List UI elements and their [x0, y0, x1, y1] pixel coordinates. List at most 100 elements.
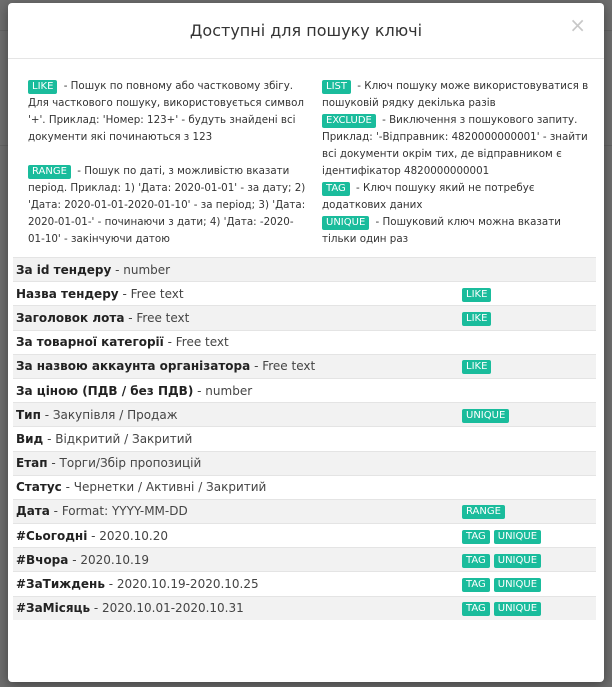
key-cell: Заголовок лота - Free text: [13, 305, 459, 331]
modal-body: LIKE - Пошук по повному або частковому з…: [8, 59, 604, 621]
close-icon[interactable]: ×: [569, 15, 586, 35]
key-badge: RANGE: [462, 505, 505, 520]
key-type: - number: [115, 262, 171, 277]
key-name: Вид: [16, 431, 44, 446]
key-cell: #ЗаТиждень - 2020.10.19-2020.10.25: [13, 572, 459, 596]
key-badge: TAG: [462, 602, 490, 617]
key-name: Статус: [16, 480, 62, 495]
table-row: #ЗаМісяць - 2020.10.01-2020.10.31 TAG UNIQ…: [13, 596, 596, 621]
key-cell: Вид - Відкритий / Закритий: [13, 427, 459, 451]
key-name: #ЗаТиждень: [16, 577, 105, 592]
search-keys-modal: Доступні для пошуку ключі × LIKE - Пошук…: [8, 3, 604, 682]
key-name: Заголовок лота: [16, 310, 125, 325]
key-type: - Format: YYYY-MM-DD: [53, 504, 188, 519]
key-type: - Чернетки / Активні / Закритий: [65, 480, 267, 495]
key-badge: TAG: [462, 578, 490, 593]
key-badge: UNIQUE: [493, 529, 542, 544]
key-cell: #ЗаМісяць - 2020.10.01-2020.10.31: [13, 596, 459, 621]
key-cell: #Сьогодні - 2020.10.20: [13, 524, 459, 548]
key-badge: TAG: [462, 529, 490, 544]
key-name: Дата: [16, 504, 50, 519]
key-name: #Вчора: [16, 552, 69, 567]
key-type: - Free text: [122, 286, 184, 301]
key-badges: LIKE: [459, 354, 596, 379]
table-row: Тип - Закупівля / Продаж UNIQUE: [13, 402, 596, 427]
key-badge: UNIQUE: [493, 602, 542, 617]
key-type: - Закупівля / Продаж: [44, 407, 178, 422]
table-row: Назва тендеру - Free text LIKE: [13, 281, 596, 306]
legend-description: - Ключ пошуку може використовуватися в п…: [322, 80, 589, 109]
key-badge: LIKE: [462, 287, 492, 302]
table-row: За назвою аккаунта організатора - Free t…: [13, 354, 596, 379]
table-row: За id тендеру - number: [13, 257, 596, 282]
modal-title: Доступні для пошуку ключі: [189, 21, 423, 40]
legend: LIKE - Пошук по повному або частковому з…: [13, 73, 598, 248]
table-row: #Вчора - 2020.10.19 TAG UNIQUE: [13, 547, 596, 572]
key-type: - 2020.10.19-2020.10.25: [108, 577, 259, 592]
key-badges: LIKE: [459, 305, 596, 331]
key-badges: TAG UNIQUE: [459, 524, 596, 548]
legend-badge: TAG: [322, 182, 350, 196]
key-badge: UNIQUE: [493, 578, 542, 593]
key-name: #ЗаМісяць: [16, 601, 91, 616]
key-type: - Free text: [167, 335, 229, 350]
legend-item: EXCLUDE - Виключення з пошукового запиту…: [322, 112, 592, 180]
key-badges: TAG UNIQUE: [459, 547, 596, 572]
legend-right-column: LIST - Ключ пошуку може використовуватис…: [322, 78, 592, 248]
key-type: - 2020.10.19: [72, 552, 150, 567]
key-cell: Назва тендеру - Free text: [13, 282, 459, 306]
key-type: - 2020.10.20: [91, 528, 168, 543]
key-badges: [459, 475, 596, 499]
table-row: Дата - Format: YYYY-MM-DD RANGE: [13, 499, 596, 524]
table-row: #Сьогодні - 2020.10.20 TAG UNIQUE: [13, 523, 596, 548]
legend-description: - Пошук по повному або частковому збігу.…: [28, 80, 304, 143]
key-cell: За назвою аккаунта організатора - Free t…: [13, 354, 459, 379]
legend-badge: UNIQUE: [322, 216, 370, 230]
key-type: - Free text: [254, 359, 316, 374]
legend-badge: EXCLUDE: [322, 114, 376, 128]
key-badge: LIKE: [462, 311, 492, 326]
legend-badge: RANGE: [28, 165, 71, 179]
key-type: - Відкритий / Закритий: [47, 431, 193, 446]
key-badges: TAG UNIQUE: [459, 596, 596, 621]
key-badges: RANGE: [459, 499, 596, 524]
key-cell: Тип - Закупівля / Продаж: [13, 402, 459, 427]
key-name: Етап: [16, 456, 48, 471]
modal-header: Доступні для пошуку ключі ×: [8, 3, 604, 59]
key-badges: [459, 451, 596, 476]
key-badge: LIKE: [462, 360, 492, 375]
key-cell: За ціною (ПДВ / без ПДВ) - number: [13, 378, 459, 402]
key-badges: [459, 257, 596, 282]
key-badges: TAG UNIQUE: [459, 572, 596, 596]
key-badge: TAG: [462, 553, 490, 568]
legend-item: LIST - Ключ пошуку може використовуватис…: [322, 78, 592, 112]
table-row: Етап - Торги/Збір пропозицій: [13, 451, 596, 476]
key-badge: UNIQUE: [493, 553, 542, 568]
table-row: Заголовок лота - Free text LIKE: [13, 305, 596, 331]
key-name: За id тендеру: [16, 262, 112, 277]
key-cell: За товарної категорії - Free text: [13, 330, 459, 354]
table-row: За ціною (ПДВ / без ПДВ) - number: [13, 378, 596, 402]
table-row: Статус - Чернетки / Активні / Закритий: [13, 475, 596, 499]
table-row: За товарної категорії - Free text: [13, 330, 596, 354]
key-badges: [459, 330, 596, 354]
key-type: - number: [197, 383, 253, 398]
key-cell: #Вчора - 2020.10.19: [13, 547, 459, 572]
key-cell: Етап - Торги/Збір пропозицій: [13, 451, 459, 476]
legend-badge: LIKE: [28, 80, 58, 94]
key-type: - Торги/Збір пропозицій: [51, 456, 202, 471]
key-cell: За id тендеру - number: [13, 257, 459, 282]
table-row: #ЗаТиждень - 2020.10.19-2020.10.25 TAG UNI…: [13, 571, 596, 596]
legend-item: RANGE - Пошук по даті, з можливістю вказ…: [28, 163, 310, 248]
key-badge: UNIQUE: [462, 408, 510, 423]
legend-badge: LIST: [322, 80, 351, 94]
key-name: За ціною (ПДВ / без ПДВ): [16, 383, 194, 398]
key-name: За назвою аккаунта організатора: [16, 359, 251, 374]
legend-description: - Ключ пошуку який не потребує додаткови…: [322, 182, 535, 211]
key-name: #Сьогодні: [16, 528, 88, 543]
key-name: Назва тендеру: [16, 286, 119, 301]
key-name: Тип: [16, 407, 41, 422]
key-type: - 2020.10.01-2020.10.31: [93, 601, 244, 616]
key-type: - Free text: [128, 310, 190, 325]
legend-item: UNIQUE - Пошуковий ключ можна вказати ті…: [322, 214, 592, 248]
